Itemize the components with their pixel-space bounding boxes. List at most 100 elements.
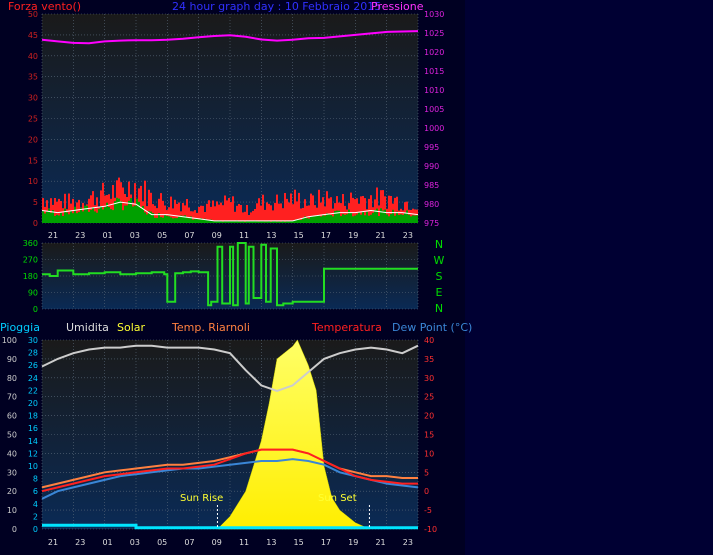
tick-label: 1010 xyxy=(424,86,444,95)
tick-label: 10 xyxy=(28,462,38,471)
wind-avg-bar xyxy=(46,211,48,223)
wind-gust-bar xyxy=(288,202,290,223)
tick-label: 40 xyxy=(28,52,38,61)
wind-avg-bar xyxy=(348,209,350,223)
wind-avg-bar xyxy=(404,213,406,223)
tick-label: -5 xyxy=(424,506,432,515)
wind-gust-bar xyxy=(284,193,286,223)
wind-avg-bar xyxy=(408,214,410,223)
wind-avg-bar xyxy=(144,212,146,223)
tick-label: 1030 xyxy=(424,10,444,19)
wind-avg-bar xyxy=(362,211,364,223)
tick-label: 24 xyxy=(28,374,38,383)
wind-avg-bar xyxy=(56,214,58,223)
wind-avg-bar xyxy=(366,211,368,223)
wind-gust-bar xyxy=(212,200,214,223)
wind-gust-bar xyxy=(220,202,222,223)
wind-gust-bar xyxy=(262,194,264,223)
wind-gust-bar xyxy=(256,203,258,223)
wind-avg-bar xyxy=(308,218,310,223)
legend-rain: Pioggia xyxy=(0,321,40,334)
compass-letter: S xyxy=(436,270,443,283)
tick-label: 0 xyxy=(33,219,38,228)
wind-avg-bar xyxy=(102,209,104,223)
wind-avg-bar xyxy=(306,218,308,223)
wind-avg-bar xyxy=(108,207,110,223)
wind-avg-bar xyxy=(400,214,402,223)
wind-avg-bar xyxy=(358,212,360,223)
wind-gust-bar xyxy=(286,198,288,223)
x-tick-label: 07 xyxy=(184,538,194,547)
tick-label: 990 xyxy=(424,162,439,171)
wind-avg-bar xyxy=(58,215,60,223)
lower-plot-area xyxy=(42,340,418,529)
tick-label: 30 xyxy=(28,94,38,103)
wind-gust-bar xyxy=(208,200,210,223)
tick-label: 5 xyxy=(424,468,429,477)
wind-avg-bar xyxy=(288,221,290,223)
wind-avg-bar xyxy=(270,221,272,223)
wind-avg-bar xyxy=(364,215,366,223)
wind-gust-bar xyxy=(278,203,280,223)
wind-avg-bar xyxy=(342,214,344,223)
tick-label: 0 xyxy=(33,525,38,534)
wind-gust-bar xyxy=(224,195,226,223)
x-tick-label: 11 xyxy=(239,538,249,547)
wind-avg-bar xyxy=(54,215,56,223)
legend-temp-sheltered: Temp. Riarnoli xyxy=(171,321,250,334)
wind-avg-bar xyxy=(120,201,122,223)
legend-humidity: Umidita xyxy=(66,321,109,334)
wind-gust-bar xyxy=(274,202,276,223)
wind-gust-bar xyxy=(228,198,230,223)
tick-label: 20 xyxy=(28,135,38,144)
x-tick-label: 23 xyxy=(403,231,413,240)
wind-avg-bar xyxy=(314,215,316,223)
chart-title: 24 hour graph day : 10 Febbraio 2015 xyxy=(172,0,381,13)
x-tick-label: 19 xyxy=(348,231,358,240)
wind-avg-bar xyxy=(354,215,356,223)
tick-label: 20 xyxy=(424,412,434,421)
tick-label: 1020 xyxy=(424,48,444,57)
tick-label: 4 xyxy=(33,500,38,509)
x-tick-label: 19 xyxy=(348,538,358,547)
tick-label: 8 xyxy=(33,475,38,484)
wind-avg-bar xyxy=(154,217,156,223)
legend-dew-point: Dew Point (°C) xyxy=(392,321,472,334)
tick-label: 20 xyxy=(7,487,17,496)
tick-label: 45 xyxy=(28,31,38,40)
wind-avg-bar xyxy=(346,214,348,223)
wind-avg-bar xyxy=(194,219,196,223)
tick-label: 10 xyxy=(28,177,38,186)
wind-gust-bar xyxy=(232,196,234,223)
wind-avg-bar xyxy=(374,210,376,223)
tick-label: 22 xyxy=(28,386,38,395)
wind-avg-bar xyxy=(394,215,396,223)
wind-avg-bar xyxy=(266,221,268,223)
tick-label: 10 xyxy=(7,506,17,515)
x-tick-label: 21 xyxy=(48,231,58,240)
tick-label: 90 xyxy=(7,355,17,364)
tick-label: 15 xyxy=(424,431,434,440)
wind-gust-bar xyxy=(240,205,242,223)
wind-gust-bar xyxy=(268,203,270,223)
wind-avg-bar xyxy=(164,215,166,223)
wind-avg-bar xyxy=(390,214,392,223)
wind-avg-bar xyxy=(138,201,140,223)
wind-gust-bar xyxy=(246,205,248,223)
compass-letter: W xyxy=(434,254,445,267)
wind-avg-bar xyxy=(312,215,314,223)
tick-label: 12 xyxy=(28,449,38,458)
wind-gust-bar xyxy=(276,194,278,223)
x-tick-label: 23 xyxy=(75,538,85,547)
wind-avg-bar xyxy=(352,216,354,223)
wind-avg-bar xyxy=(396,211,398,223)
wind-avg-bar xyxy=(62,216,64,223)
tick-label: 180 xyxy=(23,272,38,281)
x-tick-label: 01 xyxy=(102,538,112,547)
wind-avg-bar xyxy=(124,205,126,223)
wind-avg-bar xyxy=(170,217,172,223)
sunrise-label: Sun Rise xyxy=(180,493,223,504)
wind-gust-bar xyxy=(238,204,240,223)
tick-label: 6 xyxy=(33,487,38,496)
x-tick-label: 05 xyxy=(157,231,167,240)
